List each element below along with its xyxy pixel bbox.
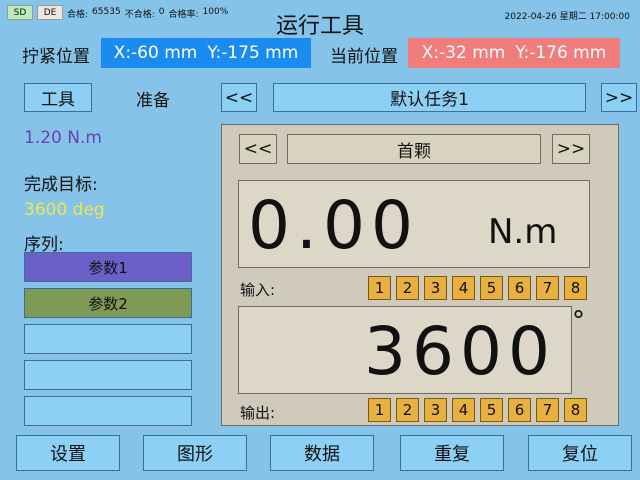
settings-button[interactable]: 设置 [16,435,120,471]
sequence-item-param1[interactable]: 参数1 [24,252,192,282]
current-x: X:-32 mm [421,43,506,63]
output-5: 5 [480,398,503,422]
torque-value: 0.00 [248,187,419,264]
screw-name-button[interactable]: 首颗 [287,134,541,164]
output-1: 1 [368,398,391,422]
screw-next-button[interactable]: >> [552,134,590,164]
output-8: 8 [564,398,587,422]
input-indicators: 1 2 3 4 5 6 7 8 [368,276,587,300]
tighten-position-box: X:-60 mm Y:-175 mm [101,38,311,68]
input-label: 输入: [240,281,276,299]
input-5: 5 [480,276,503,300]
torque-readout: 1.20 N.m [24,128,102,148]
repeat-button[interactable]: 重复 [400,435,504,471]
angle-value: 3600 [364,313,556,390]
current-y: Y:-176 mm [515,43,607,63]
task-name-button[interactable]: 默认任务1 [273,83,586,112]
input-3: 3 [424,276,447,300]
input-1: 1 [368,276,391,300]
input-7: 7 [536,276,559,300]
target-label: 完成目标: [24,175,98,195]
tool-state: 准备 [136,91,170,111]
input-8: 8 [564,276,587,300]
tighten-x: X:-60 mm [113,43,198,63]
current-position-label: 当前位置 [330,47,398,67]
input-4: 4 [452,276,475,300]
output-4: 4 [452,398,475,422]
sequence-item-5[interactable] [24,396,192,426]
screw-prev-button[interactable]: << [239,134,277,164]
output-indicators: 1 2 3 4 5 6 7 8 [368,398,587,422]
tighten-position-label: 拧紧位置 [22,47,90,67]
angle-unit: ° [572,306,585,336]
output-label: 输出: [240,404,276,422]
datetime: 2022-04-26 星期二 17:00:00 [504,12,630,22]
input-6: 6 [508,276,531,300]
task-next-button[interactable]: >> [601,83,637,112]
reset-button[interactable]: 复位 [528,435,632,471]
task-prev-button[interactable]: << [221,83,257,112]
torque-unit: N.m [488,212,558,252]
current-position-box: X:-32 mm Y:-176 mm [408,38,620,68]
output-3: 3 [424,398,447,422]
output-2: 2 [396,398,419,422]
data-button[interactable]: 数据 [270,435,374,471]
output-7: 7 [536,398,559,422]
sequence-item-param2[interactable]: 参数2 [24,288,192,318]
sequence-item-4[interactable] [24,360,192,390]
graph-button[interactable]: 图形 [143,435,247,471]
tighten-y: Y:-175 mm [207,43,299,63]
output-6: 6 [508,398,531,422]
tool-button[interactable]: 工具 [24,83,92,112]
input-2: 2 [396,276,419,300]
sequence-item-3[interactable] [24,324,192,354]
target-value: 3600 deg [24,200,105,220]
